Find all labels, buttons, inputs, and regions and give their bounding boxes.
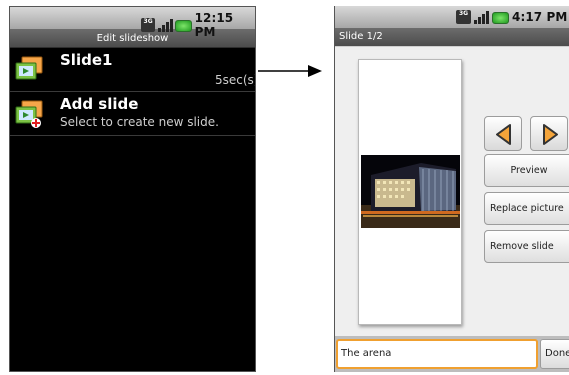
status-time: 4:17 PM — [512, 10, 568, 24]
triangle-right-icon — [543, 124, 558, 145]
caption-input[interactable]: The arena — [336, 339, 538, 369]
done-button[interactable]: Done — [540, 339, 569, 369]
battery-icon — [175, 19, 192, 32]
add-slide-item[interactable]: Add slide Select to create new slide. — [10, 92, 255, 136]
slide-preview — [358, 59, 462, 325]
remove-slide-button[interactable]: Remove slide — [484, 230, 569, 263]
add-slide-title: Add slide — [60, 95, 139, 113]
slide-photo — [361, 155, 460, 228]
preview-button[interactable]: Preview — [484, 154, 569, 187]
arrow-right-icon — [258, 65, 322, 77]
signal-icon — [158, 18, 174, 32]
slide-duration: 5sec(s) — [215, 73, 256, 87]
comparison-figure: 3G 12:15 PM Edit slideshow Slide1 5sec(s… — [0, 0, 569, 375]
slide-counter: Slide 1/2 — [335, 28, 569, 46]
3g-icon: 3G — [456, 10, 471, 24]
battery-icon — [492, 11, 509, 24]
next-slide-button[interactable] — [530, 116, 568, 151]
status-bar: 3G 12:15 PM — [10, 7, 255, 39]
replace-picture-button[interactable]: Replace picture — [484, 192, 569, 225]
status-time: 12:15 PM — [194, 11, 234, 39]
triangle-left-icon — [496, 124, 511, 145]
slide-edit-panel: Preview Replace picture Remove slide — [335, 46, 569, 336]
slide-editor-screen: 3G 4:17 PM Slide 1/2 Preview Replace pic… — [334, 6, 569, 372]
status-bar: 3G 4:17 PM — [335, 6, 569, 28]
add-slide-icon — [15, 100, 43, 128]
signal-icon — [474, 10, 489, 24]
slideshow-list-screen: 3G 12:15 PM Edit slideshow Slide1 5sec(s… — [9, 6, 256, 372]
slide-icon — [15, 56, 43, 80]
slide-list-item[interactable]: Slide1 5sec(s) — [10, 48, 255, 92]
add-slide-subtitle: Select to create new slide. — [60, 115, 219, 129]
caption-bar: The arena Done — [335, 336, 569, 372]
3g-icon: 3G — [141, 18, 156, 32]
previous-slide-button[interactable] — [484, 116, 522, 151]
slide-title: Slide1 — [60, 51, 113, 69]
